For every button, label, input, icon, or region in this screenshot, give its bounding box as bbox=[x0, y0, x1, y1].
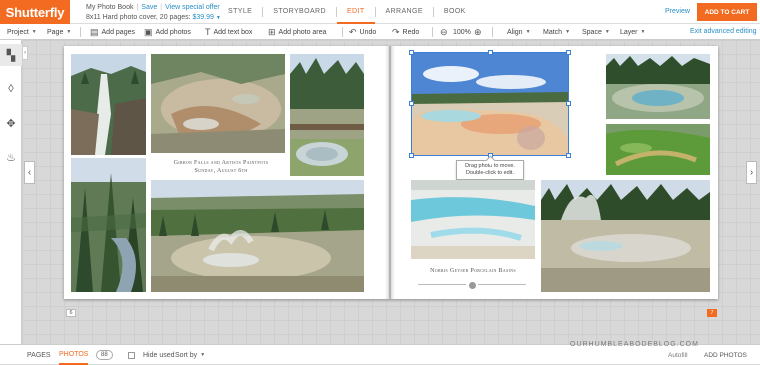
document-add-icon: ▤ bbox=[90, 26, 99, 37]
photo-geyser-basin[interactable] bbox=[541, 180, 710, 292]
top-bar: Shutterfly My Photo Book | Save | View speci… bbox=[0, 0, 760, 24]
exit-advanced-editing-link[interactable]: Exit advanced editing bbox=[690, 24, 757, 40]
page-number-right: 7 bbox=[707, 309, 717, 317]
hide-used-toggle[interactable]: Hide used bbox=[128, 345, 175, 365]
divider-ornament bbox=[418, 282, 528, 289]
match-menu[interactable]: Match ▼ bbox=[543, 24, 570, 40]
add-text-box-button[interactable]: T Add text box bbox=[205, 24, 252, 40]
collapse-panel-button[interactable]: › bbox=[22, 46, 28, 60]
tab-arrange[interactable]: ARRANGE bbox=[376, 0, 433, 24]
add-pages-button[interactable]: ▤ Add pages bbox=[90, 24, 135, 40]
zoom-level: 100% bbox=[453, 28, 471, 36]
next-page-button[interactable]: › bbox=[746, 161, 757, 184]
edit-toolbar: Project ▼ Page ▼ ▤ Add pages ▣ Add photos TA… bbox=[0, 24, 760, 40]
add-photos-bottom-button[interactable]: ADD PHOTOS bbox=[704, 345, 747, 365]
book-gutter bbox=[385, 46, 395, 299]
backgrounds-icon[interactable]: ◊ bbox=[0, 78, 22, 100]
project-info: My Photo Book | Save | View special offer 8x… bbox=[86, 4, 221, 21]
photo-forest-river[interactable] bbox=[71, 158, 146, 292]
save-link[interactable]: Save bbox=[141, 4, 157, 11]
preview-link[interactable]: Preview bbox=[665, 8, 690, 15]
selection-frame[interactable] bbox=[409, 50, 571, 158]
add-photo-area-button[interactable]: ⊞ Add photo area bbox=[268, 24, 326, 40]
zoom-out-icon: ⊖ bbox=[440, 26, 448, 37]
photo-steaming-valley[interactable] bbox=[151, 180, 364, 292]
zoom-out-button[interactable]: ⊖ bbox=[440, 24, 448, 40]
previous-page-button[interactable]: ‹ bbox=[24, 161, 35, 184]
undo-icon: ↶ bbox=[349, 26, 357, 37]
main-tabs: STYLE STORYBOARD EDIT ARRANGE BOOK bbox=[218, 0, 476, 24]
caption-norris[interactable]: Norris Geyser Porcelain Basins bbox=[411, 267, 535, 275]
photo-gibbon-falls[interactable] bbox=[71, 54, 146, 155]
redo-button[interactable]: ↷ Redo bbox=[392, 24, 419, 40]
photo-artists-paintpots[interactable] bbox=[151, 54, 285, 153]
tab-storyboard[interactable]: STORYBOARD bbox=[263, 0, 336, 24]
align-menu[interactable]: Align ▼ bbox=[507, 24, 531, 40]
project-description: 8x11 Hard photo cover, 20 pages: bbox=[86, 14, 191, 21]
image-add-icon: ▣ bbox=[144, 26, 153, 37]
autofill-button[interactable]: Autofill bbox=[668, 345, 688, 365]
tab-photos[interactable]: PHOTOS bbox=[59, 345, 89, 365]
add-to-cart-button[interactable]: ADD TO CART bbox=[697, 3, 757, 21]
checkbox[interactable] bbox=[128, 351, 135, 359]
tab-edit[interactable]: EDIT bbox=[336, 0, 375, 24]
caption-date[interactable]: Sunday, August 6th bbox=[151, 167, 291, 175]
text-box-icon: T bbox=[205, 26, 211, 37]
embellishments-icon[interactable]: ✥ bbox=[0, 112, 22, 134]
space-menu[interactable]: Space ▼ bbox=[582, 24, 610, 40]
photo-count-badge: 88 bbox=[96, 350, 113, 360]
tab-style[interactable]: STYLE bbox=[218, 0, 262, 24]
project-name: My Photo Book bbox=[86, 4, 134, 11]
caption-location[interactable]: Gibbon Falls and Artists Paintpots bbox=[151, 159, 291, 167]
page-menu[interactable]: Page ▼ bbox=[47, 24, 71, 40]
tab-pages[interactable]: PAGES bbox=[27, 345, 51, 365]
ideas-icon[interactable]: ♨ bbox=[0, 146, 22, 168]
watermark: OURHUMBLEABODEBLOG.COM bbox=[570, 341, 699, 348]
photo-porcelain-springs[interactable] bbox=[411, 180, 535, 259]
photo-area-icon: ⊞ bbox=[268, 26, 276, 37]
layouts-icon[interactable]: ▚ bbox=[0, 44, 22, 66]
layer-menu[interactable]: Layer ▼ bbox=[620, 24, 645, 40]
zoom-in-button[interactable]: ⊕ bbox=[474, 24, 482, 40]
photo-green-algae[interactable] bbox=[606, 124, 710, 175]
sort-by-menu[interactable]: Sort by ▼ bbox=[175, 345, 205, 365]
photo-blue-pool[interactable] bbox=[606, 54, 710, 119]
redo-icon: ↷ bbox=[392, 26, 400, 37]
price[interactable]: $39.99 bbox=[193, 14, 214, 21]
project-menu[interactable]: Project ▼ bbox=[7, 24, 37, 40]
special-offer-link[interactable]: View special offer bbox=[165, 4, 220, 11]
tab-book[interactable]: BOOK bbox=[434, 0, 476, 24]
page-number-left: 6 bbox=[66, 309, 76, 317]
undo-button[interactable]: ↶ Undo bbox=[349, 24, 376, 40]
zoom-in-icon: ⊕ bbox=[474, 26, 482, 37]
left-rail: ▚ ◊ ✥ ♨ bbox=[0, 40, 22, 364]
drag-tooltip: Drag photo to move. Double-click to edit… bbox=[456, 160, 524, 180]
shutterfly-logo[interactable]: Shutterfly bbox=[0, 0, 70, 24]
add-photos-button[interactable]: ▣ Add photos bbox=[144, 24, 191, 40]
photo-boardwalk-steam[interactable] bbox=[290, 54, 364, 176]
